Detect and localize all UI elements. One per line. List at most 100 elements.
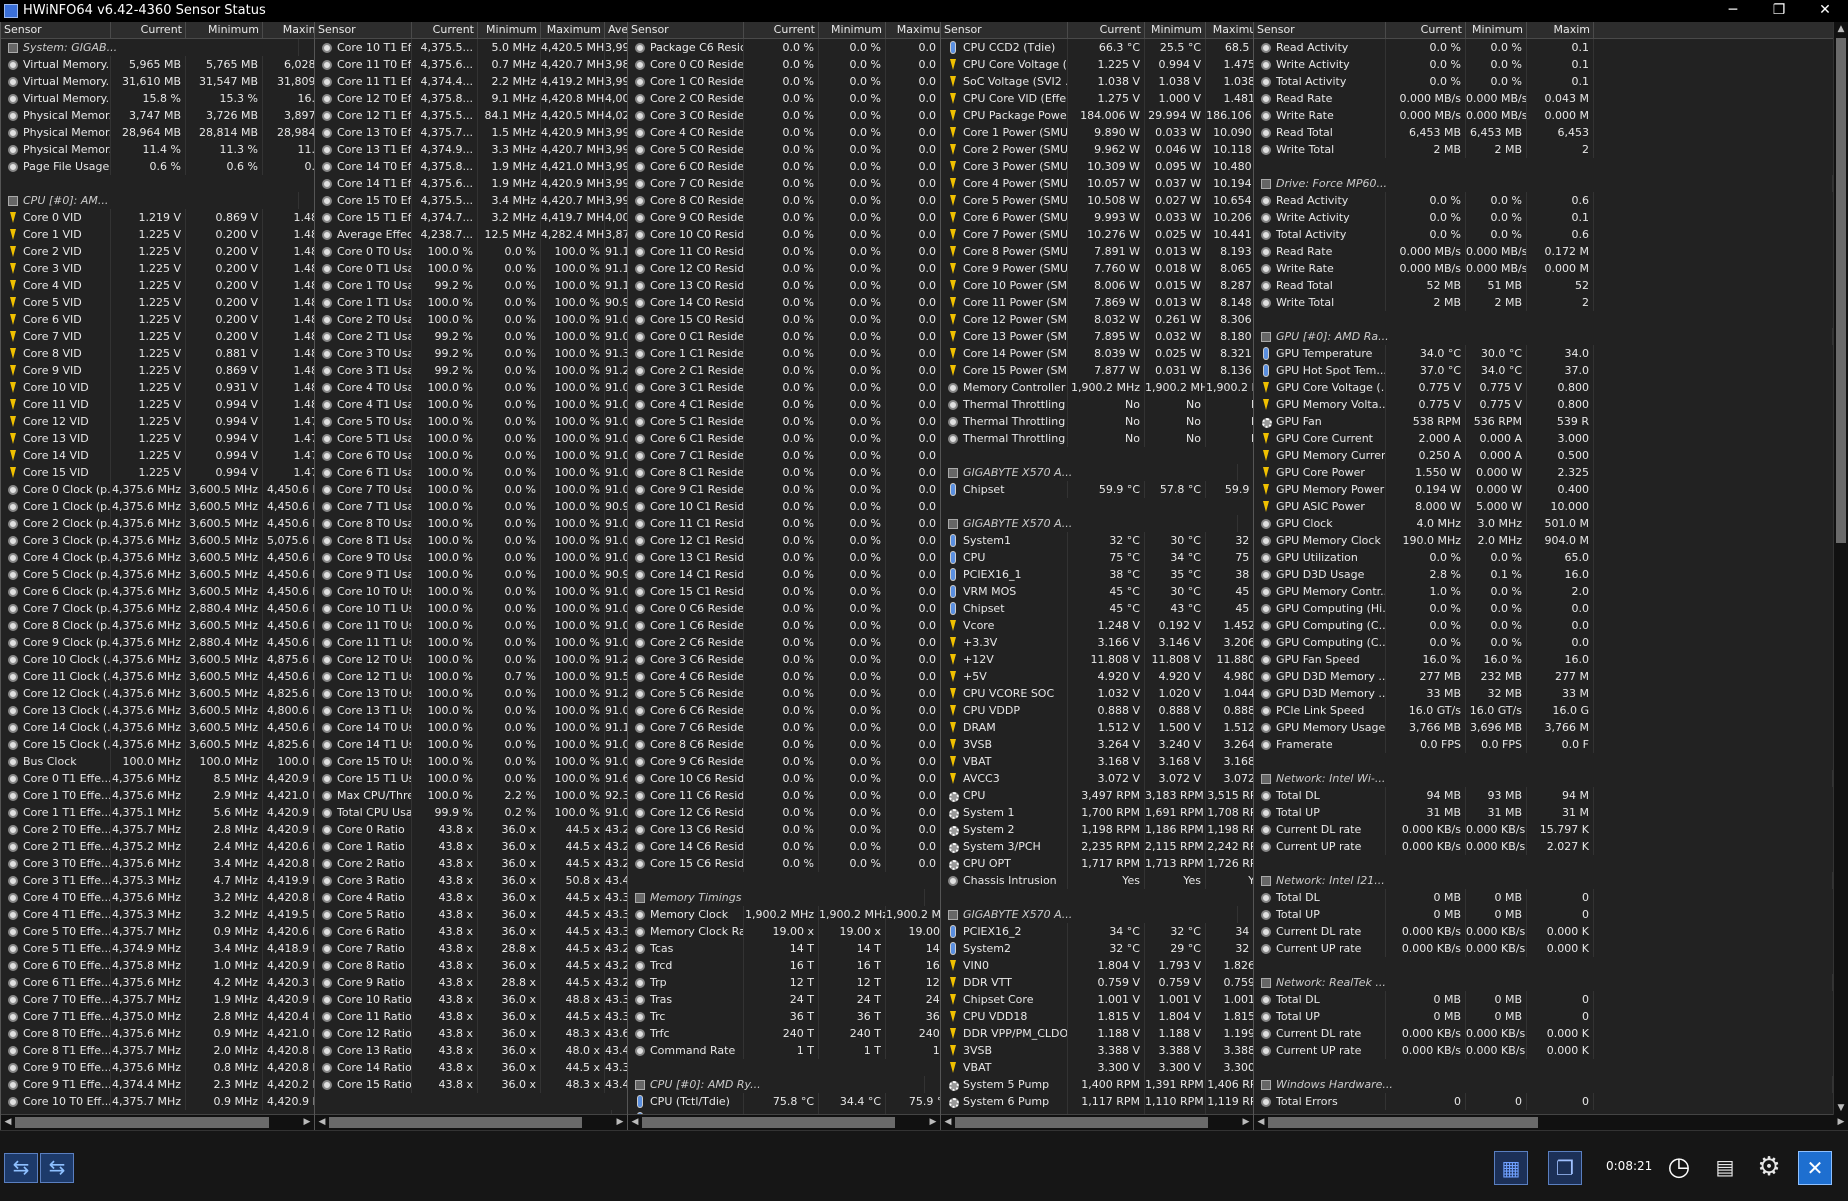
monitor-icon[interactable]: ▦ xyxy=(1494,1151,1528,1185)
sensor-row[interactable]: CPU VDDP0.888 V0.888 V0.888 V xyxy=(941,702,1253,719)
sensor-row[interactable]: Core 3 VID1.225 V0.200 V1.488 V xyxy=(1,260,314,277)
sensor-row[interactable]: Thermal Throttling ...NoNoNo xyxy=(941,430,1253,447)
sensor-row[interactable]: Current DL rate 0.000 KB/s 0.000 KB/s 0.000… xyxy=(1254,923,1848,940)
sensor-row[interactable]: Core 13 T1 Usage100.0 %0.0 %100.0 %91.0 … xyxy=(315,702,627,719)
sensor-row[interactable]: DDR VTT0.759 V0.759 V0.759 V xyxy=(941,974,1253,991)
sensor-row[interactable]: Core 5 Ratio43.8 x36.0 x44.5 x43.3 xyxy=(315,906,627,923)
sensor-row[interactable]: Core 7 Ratio43.8 x28.8 x44.5 x43.2 xyxy=(315,940,627,957)
sensor-row[interactable]: Virtual Memory... 31,610 MB 31,547 MB 31,80… xyxy=(1,73,314,90)
sensor-group-header[interactable]: GIGABYTE X570 A... xyxy=(941,464,1253,481)
horizontal-scrollbar[interactable]: ◀ ▶ xyxy=(941,1114,1253,1130)
sensor-row[interactable]: Virtual Memory...15.8 %15.3 %16.0 % xyxy=(1,90,314,107)
sensor-row[interactable]: Core 15 T0 Usage100.0 %0.0 %100.0 %91.0 … xyxy=(315,753,627,770)
sensor-row[interactable]: Core 15 Ratio43.8 x36.0 x48.3 x43.4 xyxy=(315,1076,627,1093)
sensor-row[interactable]: GPU Hot Spot Tem... 37.0 °C 34.0 °C 37.0 xyxy=(1254,362,1848,379)
sensor-row[interactable]: Core 3 T1 Effe... 4,375.3 MHz 4.7 MHz 4,419… xyxy=(1,872,314,889)
sensor-row[interactable]: Memory Controller ... 1,900.2 MHz 1,900.2 … xyxy=(941,379,1253,396)
sensor-row[interactable]: Core 12 VID1.225 V0.994 V1.475 V xyxy=(1,413,314,430)
sensor-row[interactable]: Core 8 C1 Residency0.0 %0.0 %0.0 % xyxy=(628,464,940,481)
sensor-row[interactable]: Core 13 T0 Usage100.0 %0.0 %100.0 %91.2 … xyxy=(315,685,627,702)
sensor-row[interactable]: Chassis IntrusionYesYesYes xyxy=(941,872,1253,889)
sensor-row[interactable]: GPU Core Voltage (... 0.775 V 0.775 V 0.800 xyxy=(1254,379,1848,396)
scroll-right-icon[interactable]: ▶ xyxy=(300,1115,314,1130)
sensor-row[interactable]: Core 14 Clock (... 4,375.6 MHz 3,600.5 MHz… xyxy=(1,719,314,736)
scroll-right-icon[interactable]: ▶ xyxy=(1834,1115,1848,1130)
sensor-row[interactable]: Core 13 VID1.225 V0.994 V1.475 V xyxy=(1,430,314,447)
sensor-row[interactable]: Core 5 T1 Usage100.0 %0.0 %100.0 %91.0 % xyxy=(315,430,627,447)
sensor-row[interactable]: System 3/PCH2,235 RPM2,115 RPM2,242 RPM xyxy=(941,838,1253,855)
sensor-row[interactable]: Core 13 C6 Reside...0.0 %0.0 %0.0 % xyxy=(628,821,940,838)
sensor-row[interactable]: Core 4 C6 Residency0.0 %0.0 %0.0 % xyxy=(628,668,940,685)
sensor-row[interactable]: CPU3,497 RPM3,183 RPM3,515 RPM xyxy=(941,787,1253,804)
sensor-row[interactable]: Vcore1.248 V0.192 V1.452 V xyxy=(941,617,1253,634)
sensor-row[interactable]: SoC Voltage (SVI2 ... 1.038 V 1.038 V 1.038… xyxy=(941,73,1253,90)
sensor-row[interactable]: Read Total 52 MB 51 MB 52 xyxy=(1254,277,1848,294)
sensor-row[interactable]: Current DL rate 0.000 KB/s 0.000 KB/s 0.000… xyxy=(1254,1025,1848,1042)
sensor-group-header[interactable]: Memory Timings xyxy=(628,889,940,906)
sensor-row[interactable]: Total Activity 0.0 % 0.0 % 0.6 xyxy=(1254,226,1848,243)
sensor-row[interactable]: CPU Core VID (Effe... 1.275 V 1.000 V 1.481… xyxy=(941,90,1253,107)
sensor-row[interactable]: GPU Memory Current 0.250 A 0.000 A 0.500 xyxy=(1254,447,1848,464)
sensor-row[interactable]: Core 7 T1 Effe... 4,375.0 MHz 2.8 MHz 4,420… xyxy=(1,1008,314,1025)
sensor-row[interactable]: GPU Memory Volta... 0.775 V 0.775 V 0.800 xyxy=(1254,396,1848,413)
sensor-row[interactable]: Core 8 T1 Effe... 4,375.7 MHz 2.0 MHz 4,420… xyxy=(1,1042,314,1059)
sensor-row[interactable]: Core 0 Ratio43.8 x36.0 x44.5 x43.2 xyxy=(315,821,627,838)
sensor-row[interactable]: Core 1 Power (SMU)9.890 W0.033 W10.090 W xyxy=(941,124,1253,141)
sensor-row[interactable]: Core 1 Ratio43.8 x36.0 x44.5 x43.2 xyxy=(315,838,627,855)
sensor-row[interactable]: Core 9 Power (SMU)7.760 W0.018 W8.065 W xyxy=(941,260,1253,277)
sensor-row[interactable]: Core 11 Power (SMU)7.869 W0.013 W8.148 W xyxy=(941,294,1253,311)
sensor-row[interactable]: Core 12 C1 Reside...0.0 %0.0 %0.0 % xyxy=(628,532,940,549)
sensor-row[interactable]: Core 15 C6 Reside...0.0 %0.0 %0.0 % xyxy=(628,855,940,872)
close-button[interactable]: ✕ xyxy=(1802,0,1848,22)
sensor-row[interactable]: Core 3 C1 Residency0.0 %0.0 %0.0 % xyxy=(628,379,940,396)
column-header-0[interactable]: Sensor xyxy=(1254,22,1386,38)
sensor-row[interactable]: Core 9 C0 Residency0.0 %0.0 %0.0 % xyxy=(628,209,940,226)
sensor-row[interactable]: Core 10 Power (SMU)8.006 W0.015 W8.287 W xyxy=(941,277,1253,294)
sensor-row[interactable]: VBAT3.168 V3.168 V3.168 V xyxy=(941,753,1253,770)
sensor-row[interactable]: GPU Computing (C... 0.0 % 0.0 % 0.0 xyxy=(1254,617,1848,634)
sensor-row[interactable]: Core 6 C6 Residency0.0 %0.0 %0.0 % xyxy=(628,702,940,719)
sensor-row[interactable]: Core 3 T1 Usage99.2 %0.0 %100.0 %91.2 % xyxy=(315,362,627,379)
sensor-row[interactable]: 3VSB3.264 V3.240 V3.264 V xyxy=(941,736,1253,753)
sensor-row[interactable]: Core 13 T1 Effe...4,374.9...3.3 MHz4,420… xyxy=(315,141,627,158)
sensor-row[interactable]: Core 9 Clock (p... 4,375.6 MHz 2,880.4 MHz… xyxy=(1,634,314,651)
sensor-row[interactable]: Core 12 Clock (... 4,375.6 MHz 3,600.5 MHz… xyxy=(1,685,314,702)
column-header-1[interactable]: Current xyxy=(1386,22,1466,38)
sensor-row[interactable]: Core 6 Ratio43.8 x36.0 x44.5 x43.3 xyxy=(315,923,627,940)
sensor-row[interactable]: DRAM1.512 V1.500 V1.512 V xyxy=(941,719,1253,736)
sensor-row[interactable]: Core 15 T1 Usage100.0 %0.0 %100.0 %91.6 … xyxy=(315,770,627,787)
log-file-icon[interactable]: ▤ xyxy=(1708,1151,1742,1185)
sensor-row[interactable]: Core 10 VID1.225 V0.931 V1.488 V xyxy=(1,379,314,396)
sensor-row[interactable]: CPU75 °C34 °C75 °C xyxy=(941,549,1253,566)
sensor-row[interactable]: Page File Usage0.6 %0.6 %0.6 % xyxy=(1,158,314,175)
sensor-row[interactable]: Core 13 C1 Reside...0.0 %0.0 %0.0 % xyxy=(628,549,940,566)
sensor-row[interactable]: Core 4 Clock (p... 4,375.6 MHz 3,600.5 MHz… xyxy=(1,549,314,566)
sensor-row[interactable]: Core 12 T1 Effe...4,375.5...84.1 MHz4,42… xyxy=(315,107,627,124)
vertical-scroll-thumb[interactable] xyxy=(1836,38,1846,543)
sensor-row[interactable]: GPU ASIC Power 8.000 W 5.000 W 10.000 xyxy=(1254,498,1848,515)
sensor-row[interactable]: Core 6 T0 Usage100.0 %0.0 %100.0 %91.0 % xyxy=(315,447,627,464)
sensor-row[interactable]: GPU Temperature 34.0 °C 30.0 °C 34.0 xyxy=(1254,345,1848,362)
sensor-row[interactable]: Core 14 T1 Usage100.0 %0.0 %100.0 %91.0 … xyxy=(315,736,627,753)
column-header-2[interactable]: Minimum xyxy=(478,22,541,38)
sensor-row[interactable]: Trp12 T12 T12 T xyxy=(628,974,940,991)
sensor-row[interactable]: GPU Memory Usage 3,766 MB 3,696 MB 3,766 M xyxy=(1254,719,1848,736)
sensor-row[interactable]: Core 1 T1 Effe... 4,375.1 MHz 5.6 MHz 4,420… xyxy=(1,804,314,821)
sensor-row[interactable]: Core 6 C1 Residency0.0 %0.0 %0.0 % xyxy=(628,430,940,447)
sensor-row[interactable]: Package C6 Reside...0.0 %0.0 %0.0 % xyxy=(628,39,940,56)
sensor-row[interactable]: Core 15 Clock (... 4,375.6 MHz 3,600.5 MHz… xyxy=(1,736,314,753)
column-header-3[interactable]: Maximum xyxy=(886,22,940,38)
sensor-row[interactable]: Total DL 0 MB 0 MB 0 xyxy=(1254,889,1848,906)
sensor-row[interactable]: GPU Computing (C... 0.0 % 0.0 % 0.0 xyxy=(1254,634,1848,651)
column-header-3[interactable]: Maxim xyxy=(1527,22,1594,38)
sensor-row[interactable]: Core 10 C1 Reside...0.0 %0.0 %0.0 % xyxy=(628,498,940,515)
scroll-down-icon[interactable]: ▼ xyxy=(1834,1101,1848,1115)
sensor-row[interactable]: Core 5 Clock (p... 4,375.6 MHz 3,600.5 MHz… xyxy=(1,566,314,583)
sensor-row[interactable]: VBAT3.300 V3.300 V3.300 V xyxy=(941,1059,1253,1076)
sensor-row[interactable]: Core 1 T0 Effe... 4,375.6 MHz 2.9 MHz 4,421… xyxy=(1,787,314,804)
scroll-thumb[interactable] xyxy=(329,1117,582,1128)
sensor-row[interactable]: Read Rate 0.000 MB/s 0.000 MB/s 0.043 M xyxy=(1254,90,1848,107)
sensor-row[interactable]: Core 13 T0 Effe...4,375.7...1.5 MHz4,420… xyxy=(315,124,627,141)
sensor-row[interactable]: Core 3 Ratio43.8 x36.0 x50.8 x43.4 xyxy=(315,872,627,889)
sensor-group-header[interactable]: System: GIGAB... xyxy=(1,39,314,56)
